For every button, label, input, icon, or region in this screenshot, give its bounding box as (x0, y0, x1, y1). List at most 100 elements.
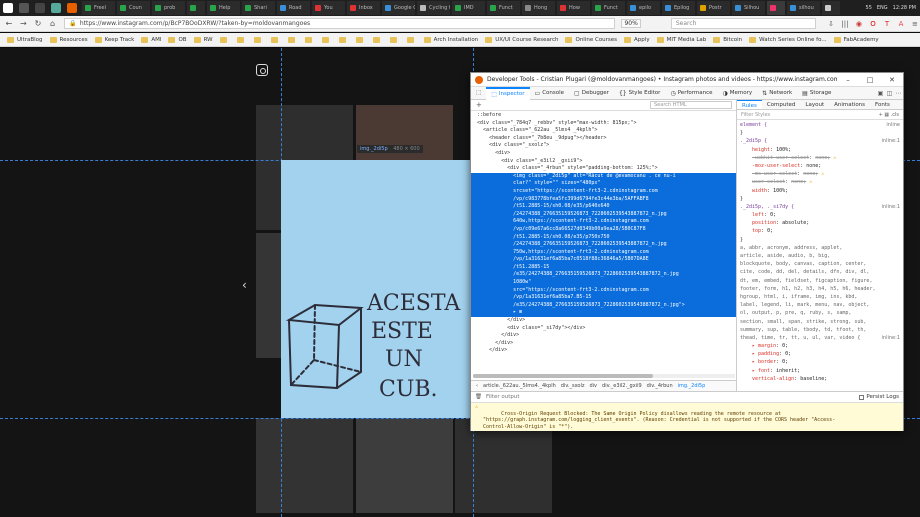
browser-tab[interactable]: IMD (452, 1, 485, 15)
browser-tab[interactable]: You (312, 1, 345, 15)
css-rule-line[interactable]: element {inline (740, 121, 900, 129)
dom-node-line[interactable]: /vp/1a31631ef6a85ba7c0518f88c36846a5/5B0… (471, 256, 736, 264)
css-rule-line[interactable]: position: absolute; (740, 219, 900, 227)
language-indicator[interactable]: ENG (877, 5, 888, 11)
bookmark-item[interactable] (270, 36, 281, 43)
dom-node-line[interactable]: <div> (471, 150, 736, 158)
horizontal-scrollbar[interactable] (473, 374, 735, 378)
bookmark-item[interactable]: Bitcoin (713, 36, 742, 43)
tab-console[interactable]: ▭ Console (530, 87, 570, 100)
bookmark-item[interactable] (406, 36, 417, 43)
bookmark-item[interactable]: Watch Series Online fo... (749, 36, 827, 43)
dom-node-line[interactable]: /24274388_276635159526873_72286025395438… (471, 210, 736, 219)
extension-icon[interactable]: T (882, 19, 892, 29)
checkbox-icon[interactable] (859, 394, 865, 400)
css-rule-line[interactable]: a, abbr, acronym, address, applet, (740, 244, 900, 252)
css-rule-line[interactable]: thead, time, tr, tt, u, ul, var, video {… (740, 334, 900, 342)
split-console-icon[interactable]: ▣ (876, 90, 885, 97)
dom-node-line[interactable]: </div> (471, 347, 736, 355)
search-icon[interactable] (19, 3, 29, 13)
app-icon[interactable] (51, 3, 61, 13)
css-rule-line[interactable]: ._2di5p {inline:1 (740, 137, 900, 145)
maximize-icon[interactable]: □ (859, 76, 881, 84)
dom-node-line[interactable]: /vp/1a31631ef6a85ba7.B5-15 (471, 294, 736, 302)
persist-logs-checkbox[interactable]: Persist Logs (859, 394, 899, 400)
css-source-link[interactable]: inline (886, 121, 900, 129)
css-rule-line[interactable]: article, aside, audio, b, big, (740, 252, 900, 260)
dom-node-line[interactable]: /24274388_276635159526873_72286025395438… (471, 241, 736, 249)
browser-tab[interactable]: Hong (522, 1, 555, 15)
clock[interactable]: 12:28 PM (893, 5, 916, 11)
breadcrumb-item[interactable]: div._sxolz (561, 383, 585, 389)
bookmark-item[interactable]: Apply (624, 36, 650, 43)
breadcrumb-item[interactable]: img._2di5p (678, 383, 706, 389)
browser-tab[interactable] (822, 1, 840, 15)
dom-node-line[interactable]: /t51.2885-15 (471, 263, 736, 272)
browser-tab[interactable]: How (557, 1, 590, 15)
css-rule-line[interactable]: ._2di5p, ._si7dy {inline:1 (740, 203, 900, 211)
css-rule-line[interactable]: -moz-user-select: none; (740, 162, 900, 170)
post-image[interactable]: ACESTA ESTE UN CUB. (281, 160, 473, 418)
post-thumbnail[interactable] (356, 418, 453, 513)
dom-node-line[interactable]: /e35/24274388_276635159526873_7228602539… (471, 301, 736, 310)
css-rule-line[interactable]: -ms-user-select: none; ⚠ (740, 170, 900, 178)
dom-node-line[interactable]: ▸ ⊞ (471, 309, 736, 318)
css-rule-line[interactable]: -webkit-user-select: none; ⚠ (740, 154, 900, 162)
tab-animations[interactable]: Animations (829, 100, 870, 109)
css-rule-line[interactable]: } (740, 236, 900, 244)
dom-node-line[interactable]: </div> (471, 340, 736, 348)
browser-tab[interactable]: Cycling t (417, 1, 450, 15)
zoom-level[interactable]: 90% (621, 19, 641, 28)
dom-node-line[interactable]: 640w,https://scontent-frt3-2.cdninstagra… (471, 218, 736, 226)
browser-tab[interactable]: Help (207, 1, 240, 15)
bookmark-item[interactable] (372, 36, 383, 43)
search-html-input[interactable]: Search HTML (650, 101, 732, 109)
bookmark-item[interactable] (338, 36, 349, 43)
bookmark-item[interactable] (287, 36, 298, 43)
browser-tab[interactable]: Road (277, 1, 310, 15)
browser-tab[interactable]: Silhou (732, 1, 765, 15)
dom-node-line[interactable]: /t51.2885-15/sh0.08/e35/p750x750 (471, 233, 736, 242)
bookmark-item[interactable]: Arch Installation (423, 36, 478, 43)
css-rule-line[interactable]: ▸ border: 0; (740, 358, 900, 366)
minimize-icon[interactable]: – (837, 76, 859, 84)
tab-performance[interactable]: ◷ Performance (665, 87, 717, 100)
browser-tab[interactable]: Shari (242, 1, 275, 15)
dock-icon[interactable]: ◫ (885, 90, 894, 97)
dom-node-line[interactable]: ::before (471, 112, 736, 120)
bookmark-item[interactable] (355, 36, 366, 43)
back-icon[interactable]: ← (3, 18, 15, 30)
scrollbar-thumb[interactable] (473, 374, 653, 378)
reload-icon[interactable]: ↻ (32, 18, 44, 30)
dom-node-line[interactable]: srcset="https://scontent-frt3-2.cdninsta… (471, 187, 736, 196)
bookmark-item[interactable]: Online Courses (565, 36, 617, 43)
search-input[interactable]: Search (670, 18, 816, 29)
browser-tab[interactable]: Coun (117, 1, 150, 15)
breadcrumb-item[interactable]: div._4rbun (647, 383, 673, 389)
post-thumbnail[interactable] (455, 418, 552, 513)
browser-tab[interactable]: Inbox (347, 1, 380, 15)
dom-node-line[interactable]: /t51.2885-15/sh0.08/e35/p640x640 (471, 203, 736, 211)
css-source-link[interactable]: inline:1 (882, 334, 900, 342)
bookmark-item[interactable] (321, 36, 332, 43)
extension-icon[interactable]: ◉ (854, 19, 864, 29)
css-rule-line[interactable]: top: 0; (740, 227, 900, 235)
menu-icon[interactable]: ≡ (910, 19, 920, 29)
downloads-icon[interactable]: ⇩ (826, 19, 836, 29)
tab-style-editor[interactable]: {} Style Editor (614, 87, 665, 100)
tab-storage[interactable]: ▤ Storage (797, 87, 836, 100)
instagram-logo-icon[interactable] (256, 64, 268, 76)
css-rule-line[interactable]: blockquote, body, canvas, caption, cente… (740, 260, 900, 268)
bookmark-item[interactable]: RW (193, 36, 213, 43)
css-rule-line[interactable]: ▸ padding: 0; (740, 350, 900, 358)
add-node-icon[interactable]: + (476, 101, 482, 109)
css-source-link[interactable]: inline:1 (882, 137, 900, 145)
css-rule-line[interactable]: width: 100%; (740, 187, 900, 195)
close-icon[interactable]: ✕ (881, 76, 903, 84)
dom-node-line[interactable]: </div> (471, 317, 736, 325)
tab-memory[interactable]: ◑ Memory (718, 87, 758, 100)
bookmark-item[interactable] (389, 36, 400, 43)
tab-inspector[interactable]: ⬚ Inspector (486, 86, 530, 100)
browser-tab[interactable]: prob (152, 1, 185, 15)
dom-node-line[interactable]: <article class="_622au _5lms4 _4kplh"> (471, 127, 736, 135)
